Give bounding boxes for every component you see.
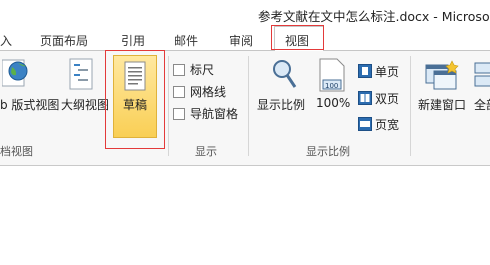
zoom-label[interactable]: 显示比例 — [257, 96, 305, 113]
group-separator — [410, 56, 411, 156]
tab-insert[interactable]: 入 — [0, 32, 12, 49]
page-width-label[interactable]: 页宽 — [375, 116, 399, 133]
arrange-all-label[interactable]: 全部 — [474, 96, 490, 113]
outline-view-icon[interactable] — [69, 58, 93, 90]
view-tab-highlight — [271, 25, 324, 50]
zoom-group-label: 显示比例 — [306, 145, 350, 158]
zoom-100-label[interactable]: 100% — [316, 96, 350, 110]
outline-view-label[interactable]: 大纲视图 — [61, 96, 109, 113]
window-title: 参考文献在文中怎么标注.docx - Microso — [258, 9, 490, 24]
group-separator — [248, 56, 249, 156]
one-page-icon[interactable] — [358, 64, 372, 78]
draft-highlight — [105, 50, 165, 149]
view-group-label: 档视图 — [0, 145, 33, 158]
arrange-all-icon[interactable] — [474, 59, 490, 91]
tab-page-layout[interactable]: 页面布局 — [40, 32, 88, 49]
document-area[interactable] — [0, 166, 490, 265]
two-pages-icon[interactable] — [358, 91, 372, 105]
tab-mailings[interactable]: 邮件 — [174, 32, 198, 49]
tab-review[interactable]: 审阅 — [229, 32, 253, 49]
navigation-pane-checkbox[interactable] — [173, 108, 185, 120]
one-page-label[interactable]: 单页 — [375, 63, 399, 80]
zoom-100-icon-text: 100 — [325, 82, 338, 90]
gridlines-label[interactable]: 网格线 — [190, 83, 226, 100]
page-width-icon[interactable] — [358, 117, 372, 131]
web-layout-label[interactable]: b 版式视图 — [0, 96, 59, 113]
two-pages-label[interactable]: 双页 — [375, 90, 399, 107]
group-separator — [168, 56, 169, 156]
zoom-100-icon[interactable]: 100 — [319, 58, 345, 92]
web-layout-icon[interactable] — [2, 57, 32, 91]
tab-references[interactable]: 引用 — [121, 32, 145, 49]
title-bar: 参考文献在文中怎么标注.docx - Microso — [0, 0, 490, 26]
show-group-label: 显示 — [195, 145, 217, 158]
ruler-checkbox[interactable] — [173, 64, 185, 76]
gridlines-checkbox[interactable] — [173, 86, 185, 98]
zoom-icon[interactable] — [271, 58, 297, 90]
new-window-icon[interactable] — [425, 59, 459, 91]
navigation-pane-label[interactable]: 导航窗格 — [190, 105, 238, 122]
ruler-label[interactable]: 标尺 — [190, 61, 214, 78]
ribbon-tab-bar: 入 页面布局 引用 邮件 审阅 — [0, 26, 490, 50]
new-window-label[interactable]: 新建窗口 — [418, 96, 466, 113]
